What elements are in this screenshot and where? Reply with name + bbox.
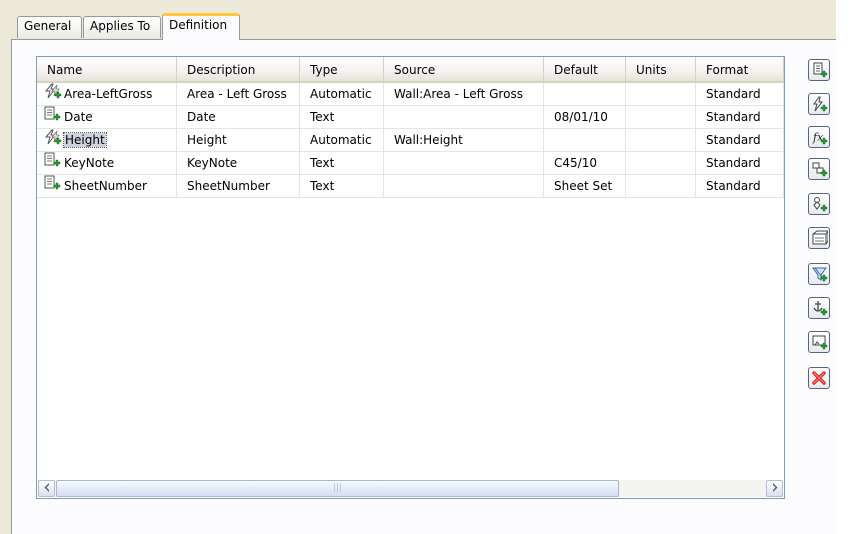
- manual-property-icon: [43, 106, 63, 128]
- property-name-label: SheetNumber: [64, 179, 147, 193]
- cell-units: [626, 152, 696, 175]
- arrow-right-icon: [772, 483, 777, 492]
- cell-source: [384, 152, 544, 175]
- add-project-property-button[interactable]: [808, 297, 830, 319]
- column-header-units[interactable]: Units: [626, 57, 696, 81]
- cell-format: Standard: [696, 175, 784, 198]
- add-formula-property-button[interactable]: fx: [808, 126, 830, 148]
- cell-description: SheetNumber: [177, 175, 300, 198]
- cell-description: Date: [177, 106, 300, 129]
- column-header-type[interactable]: Type: [300, 57, 384, 81]
- cell-description: KeyNote: [177, 152, 300, 175]
- cell-name: Height: [37, 129, 177, 152]
- cell-format: Standard: [696, 83, 784, 106]
- cell-name: KeyNote: [37, 152, 177, 175]
- cell-default: [544, 83, 626, 106]
- cell-source: [384, 106, 544, 129]
- cell-default: Sheet Set: [544, 175, 626, 198]
- add-formula-property-icon: fx: [812, 131, 828, 145]
- arrow-left-icon: [44, 483, 49, 492]
- list-header: Name Description Type Source Default Uni…: [37, 57, 784, 83]
- add-location-property-button[interactable]: [808, 193, 830, 215]
- delete-property-button[interactable]: [808, 367, 830, 389]
- scroll-right-button[interactable]: [766, 480, 783, 497]
- cell-units: [626, 129, 696, 152]
- add-anchor-property-icon: [812, 162, 828, 177]
- property-name-label: Area-LeftGross: [64, 87, 153, 101]
- cell-type: Automatic: [300, 129, 384, 152]
- tab-applies-to[interactable]: Applies To: [83, 16, 161, 38]
- add-classification-property-icon: [812, 230, 828, 245]
- property-name-label: Height: [63, 132, 107, 148]
- cell-description: Area - Left Gross: [177, 83, 300, 106]
- add-location-property-icon: [813, 197, 828, 212]
- table-row[interactable]: Date Date Text 08/01/10 Standard: [37, 106, 784, 129]
- cell-description: Height: [177, 129, 300, 152]
- add-manual-property-icon: [813, 62, 828, 78]
- property-definitions-list[interactable]: Name Description Type Source Default Uni…: [36, 56, 785, 499]
- cell-name: SheetNumber: [37, 175, 177, 198]
- cell-units: [626, 83, 696, 106]
- cell-source: Wall:Height: [384, 129, 544, 152]
- add-graphic-property-button[interactable]: [808, 331, 830, 353]
- cell-default: C45/10: [544, 152, 626, 175]
- cell-format: Standard: [696, 152, 784, 175]
- tab-definition[interactable]: Definition: [162, 13, 240, 40]
- table-row[interactable]: Area-LeftGross Area - Left Gross Automatic…: [37, 83, 784, 106]
- scrollbar-thumb[interactable]: |||: [56, 480, 619, 497]
- automatic-property-icon: [43, 83, 63, 105]
- cell-type: Text: [300, 106, 384, 129]
- table-row[interactable]: Height Height Automatic Wall:Height Standard: [37, 129, 784, 152]
- horizontal-scrollbar[interactable]: |||: [38, 480, 783, 497]
- cell-units: [626, 106, 696, 129]
- cell-default: [544, 129, 626, 152]
- add-graphic-property-icon: [812, 335, 828, 350]
- automatic-property-icon: [43, 129, 63, 151]
- column-header-default[interactable]: Default: [544, 57, 626, 81]
- tab-general[interactable]: General: [17, 16, 82, 38]
- column-header-description[interactable]: Description: [177, 57, 300, 81]
- add-material-property-icon: [812, 267, 828, 282]
- cell-type: Text: [300, 175, 384, 198]
- column-header-name[interactable]: Name: [37, 57, 177, 81]
- cell-format: Standard: [696, 106, 784, 129]
- cell-source: Wall:Area - Left Gross: [384, 83, 544, 106]
- scroll-left-button[interactable]: [38, 480, 55, 497]
- column-header-format[interactable]: Format: [696, 57, 784, 81]
- add-material-property-button[interactable]: [808, 263, 830, 285]
- property-name-label: KeyNote: [64, 156, 115, 170]
- add-anchor-property-button[interactable]: [808, 158, 830, 180]
- cell-source: [384, 175, 544, 198]
- property-name-label: Date: [64, 110, 93, 124]
- add-automatic-property-button[interactable]: [808, 93, 830, 115]
- table-row[interactable]: KeyNote KeyNote Text C45/10 Standard: [37, 152, 784, 175]
- manual-property-icon: [43, 175, 63, 197]
- cell-default: 08/01/10: [544, 106, 626, 129]
- cell-type: Automatic: [300, 83, 384, 106]
- cell-name: Area-LeftGross: [37, 83, 177, 106]
- add-automatic-property-icon: [813, 96, 828, 112]
- add-project-property-icon: [813, 301, 828, 316]
- add-classification-property-button[interactable]: [808, 227, 830, 249]
- column-header-source[interactable]: Source: [384, 57, 544, 81]
- manual-property-icon: [43, 152, 63, 174]
- table-row[interactable]: SheetNumber SheetNumber Text Sheet Set Stand…: [37, 175, 784, 198]
- cell-name: Date: [37, 106, 177, 129]
- add-manual-property-button[interactable]: [808, 59, 830, 81]
- cell-format: Standard: [696, 129, 784, 152]
- delete-property-icon: [812, 371, 826, 385]
- cell-units: [626, 175, 696, 198]
- cell-type: Text: [300, 152, 384, 175]
